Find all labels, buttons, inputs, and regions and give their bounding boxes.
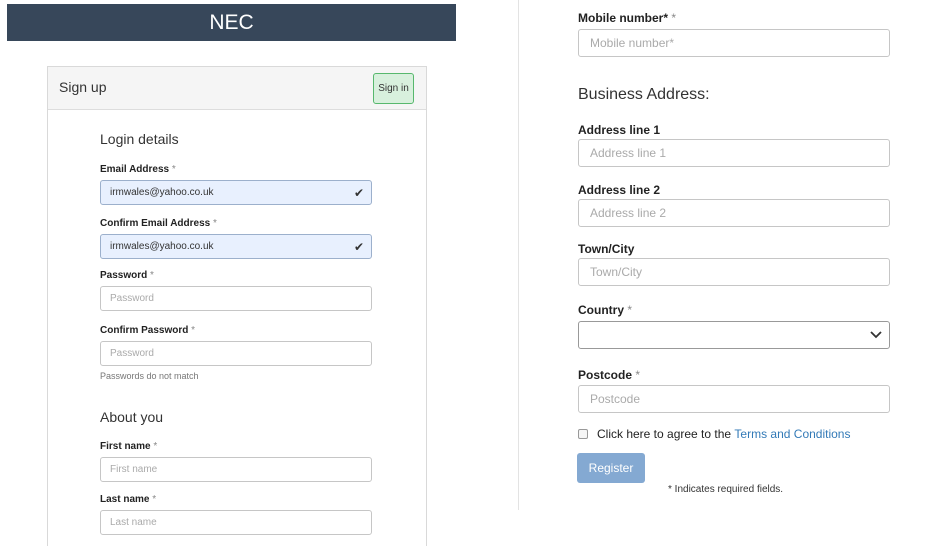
column-divider (518, 0, 519, 510)
required-asterisk: * (213, 218, 217, 229)
login-details-heading: Login details (100, 131, 179, 147)
terms-row: Click here to agree to the Terms and Con… (578, 427, 850, 441)
register-label: Register (588, 461, 634, 475)
town-label: Town/City (578, 242, 635, 256)
required-asterisk: * (153, 441, 158, 452)
confirm-email-label: Confirm Email Address * (100, 218, 217, 229)
confirm-password-label: Confirm Password * (100, 325, 195, 336)
confirm-password-placeholder: Password (110, 348, 154, 359)
country-select[interactable] (578, 321, 890, 349)
last-name-placeholder: Last name (110, 517, 157, 528)
password-mismatch-help: Passwords do not match (100, 371, 199, 381)
address1-placeholder: Address line 1 (590, 146, 667, 160)
mobile-field[interactable]: Mobile number* (578, 29, 890, 57)
address1-field[interactable]: Address line 1 (578, 139, 890, 167)
email-field[interactable]: irmwales@yahoo.co.uk ✔ (100, 180, 372, 205)
postcode-label: Postcode * (578, 368, 640, 382)
panel-title: Sign up (59, 79, 107, 95)
mobile-label: Mobile number* * (578, 11, 676, 25)
country-label-text: Country (578, 303, 624, 317)
first-name-placeholder: First name (110, 464, 158, 475)
first-name-label: First name * (100, 441, 157, 452)
email-label-text: Email Address (100, 164, 170, 175)
email-label: Email Address * (100, 164, 176, 175)
last-name-label-text: Last name (100, 494, 150, 505)
required-asterisk: * (635, 368, 641, 382)
address2-label: Address line 2 (578, 183, 661, 197)
business-address-heading: Business Address: (578, 86, 710, 103)
password-placeholder: Password (110, 293, 154, 304)
required-asterisk: * (191, 325, 196, 336)
brand-title: NEC (209, 11, 254, 34)
postcode-placeholder: Postcode (590, 392, 641, 406)
required-asterisk: * (671, 11, 677, 25)
town-field[interactable]: Town/City (578, 258, 890, 286)
required-asterisk: * (152, 494, 157, 505)
confirm-email-label-text: Confirm Email Address (100, 218, 211, 229)
terms-text: Click here to agree to the (597, 427, 735, 441)
confirm-password-field[interactable]: Password (100, 341, 372, 366)
country-label: Country * (578, 303, 632, 317)
check-icon: ✔ (353, 240, 364, 254)
postcode-label-text: Postcode (578, 368, 633, 382)
email-value: irmwales@yahoo.co.uk (110, 187, 214, 198)
address2-field[interactable]: Address line 2 (578, 199, 890, 227)
password-field[interactable]: Password (100, 286, 372, 311)
address1-label: Address line 1 (578, 123, 661, 137)
password-label: Password * (100, 270, 154, 281)
sign-in-label: Sign in (378, 83, 409, 94)
signup-panel: Sign up Sign in Login details Email Addr… (47, 66, 427, 546)
town-placeholder: Town/City (590, 265, 643, 279)
last-name-label: Last name * (100, 494, 156, 505)
check-icon: ✔ (353, 186, 364, 200)
address2-placeholder: Address line 2 (590, 206, 667, 220)
terms-link[interactable]: Terms and Conditions (734, 427, 850, 441)
register-button[interactable]: Register (577, 453, 645, 483)
first-name-label-text: First name (100, 441, 151, 452)
panel-heading: Sign up Sign in (48, 67, 426, 110)
required-asterisk: * (627, 303, 633, 317)
postcode-field[interactable]: Postcode (578, 385, 890, 413)
last-name-field[interactable]: Last name (100, 510, 372, 535)
sign-in-button[interactable]: Sign in (373, 73, 414, 104)
terms-checkbox[interactable] (578, 429, 588, 439)
confirm-email-value: irmwales@yahoo.co.uk (110, 241, 214, 252)
mobile-placeholder: Mobile number* (590, 36, 675, 50)
brand-header: NEC (7, 4, 456, 41)
about-you-heading: About you (100, 409, 164, 425)
chevron-down-icon (870, 331, 882, 339)
required-asterisk: * (150, 270, 154, 281)
confirm-email-field[interactable]: irmwales@yahoo.co.uk ✔ (100, 234, 372, 259)
first-name-field[interactable]: First name (100, 457, 372, 482)
required-asterisk: * (171, 164, 176, 175)
password-label-text: Password (100, 270, 148, 281)
required-fields-note: * Indicates required fields. (668, 484, 784, 495)
confirm-password-label-text: Confirm Password (100, 325, 189, 336)
mobile-label-text: Mobile number* (578, 11, 669, 25)
